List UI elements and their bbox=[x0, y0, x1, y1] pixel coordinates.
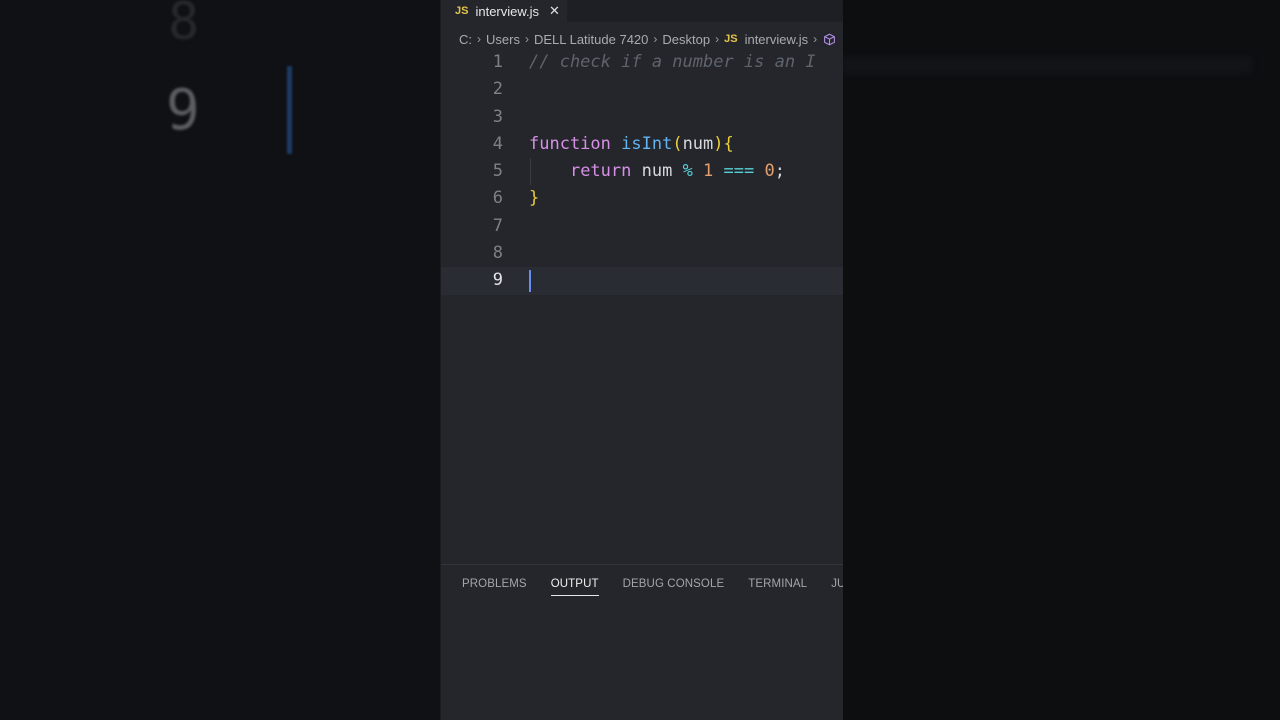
javascript-file-icon: JS bbox=[455, 5, 469, 17]
chevron-right-icon: › bbox=[813, 32, 818, 46]
code-token: 1 bbox=[703, 161, 724, 182]
chevron-right-icon: › bbox=[477, 32, 481, 46]
line-source: // check if a number is an I bbox=[529, 49, 816, 76]
code-token: return bbox=[569, 161, 642, 182]
breadcrumb-item-desktop[interactable]: Desktop bbox=[662, 32, 710, 47]
line-number: 4 bbox=[492, 133, 503, 154]
chevron-right-icon: › bbox=[653, 32, 658, 46]
tab-interview-js[interactable]: JS interview.js ✕ bbox=[441, 0, 567, 22]
panel-tab-bar: PROBLEMS OUTPUT DEBUG CONSOLE TERMINAL JUPYT… bbox=[462, 578, 843, 596]
line-number: 3 bbox=[492, 106, 503, 127]
video-frame: 8 9 JS interview.js ✕ C: › Users › DELL … bbox=[0, 0, 1280, 720]
blurred-background-left bbox=[0, 0, 440, 720]
line-number: 2 bbox=[492, 79, 503, 100]
code-line[interactable]: 6} bbox=[441, 185, 843, 212]
code-token: function bbox=[529, 133, 622, 154]
blurred-code-line bbox=[842, 56, 1252, 74]
tab-terminal[interactable]: TERMINAL bbox=[748, 578, 807, 596]
code-line[interactable]: 8 bbox=[441, 240, 843, 267]
tab-jupyter[interactable]: JUPYTER bbox=[831, 578, 843, 596]
code-token: ( bbox=[672, 133, 683, 154]
breadcrumb-item-file[interactable]: interview.js bbox=[745, 32, 809, 47]
line-source: } bbox=[529, 185, 539, 212]
code-editor-window: JS interview.js ✕ C: › Users › DELL Lati… bbox=[440, 0, 843, 720]
blurred-line-number: 9 bbox=[166, 78, 200, 143]
code-line[interactable]: 1 // check if a number is an I bbox=[441, 49, 843, 76]
close-icon[interactable]: ✕ bbox=[549, 4, 560, 19]
breadcrumb-item-drive[interactable]: C: bbox=[459, 32, 472, 47]
line-number: 9 bbox=[492, 270, 503, 291]
breadcrumb-item-users[interactable]: Users bbox=[486, 32, 520, 47]
line-number: 6 bbox=[492, 188, 503, 209]
code-token: 0 bbox=[764, 161, 775, 182]
code-line[interactable]: 2 bbox=[441, 76, 843, 103]
code-token: num bbox=[682, 133, 714, 154]
tab-problems[interactable]: PROBLEMS bbox=[462, 578, 527, 596]
code-token: } bbox=[529, 188, 540, 209]
code-line[interactable]: 7 bbox=[441, 213, 843, 240]
code-token: isInt bbox=[621, 133, 673, 154]
editor-tab-bar: JS interview.js ✕ bbox=[441, 0, 843, 22]
blurred-cursor bbox=[287, 66, 292, 154]
line-number: 5 bbox=[492, 161, 503, 182]
tab-label: interview.js bbox=[475, 3, 540, 19]
code-token: // check if a number is an I bbox=[529, 52, 816, 72]
code-line[interactable]: 9 bbox=[441, 267, 843, 295]
chevron-right-icon: › bbox=[524, 32, 529, 46]
code-token: ; bbox=[774, 161, 785, 182]
code-token: % bbox=[682, 161, 704, 182]
code-token: ) bbox=[713, 133, 724, 154]
tab-output[interactable]: OUTPUT bbox=[550, 578, 599, 596]
code-token: { bbox=[723, 133, 734, 154]
breadcrumb: C: › Users › DELL Latitude 7420 › Deskto… bbox=[459, 30, 836, 48]
code-token: num bbox=[641, 161, 683, 182]
blurred-line-number: 8 bbox=[168, 0, 200, 52]
code-token: === bbox=[723, 161, 765, 182]
blurred-background-right bbox=[842, 0, 1280, 720]
line-number: 1 bbox=[492, 52, 503, 72]
code-area[interactable]: 1 // check if a number is an I 2 3 4 function… bbox=[441, 49, 843, 295]
line-source: function isInt(num){ bbox=[529, 131, 734, 158]
text-cursor bbox=[529, 270, 531, 293]
tab-debug-console[interactable]: DEBUG CONSOLE bbox=[623, 578, 725, 596]
bottom-panel: PROBLEMS OUTPUT DEBUG CONSOLE TERMINAL JUPYT… bbox=[441, 564, 843, 720]
line-source: return num % 1 === 0; bbox=[529, 158, 785, 185]
chevron-right-icon: › bbox=[715, 32, 720, 46]
line-number: 7 bbox=[492, 215, 503, 236]
code-line[interactable]: 5 return num % 1 === 0; bbox=[441, 158, 843, 186]
breadcrumb-item-user[interactable]: DELL Latitude 7420 bbox=[534, 32, 648, 47]
line-number: 8 bbox=[492, 243, 503, 264]
javascript-file-icon: JS bbox=[724, 33, 738, 45]
code-line[interactable]: 3 bbox=[441, 104, 843, 131]
code-line[interactable]: 4 function isInt(num){ bbox=[441, 131, 843, 158]
symbol-cube-icon[interactable] bbox=[823, 33, 836, 46]
